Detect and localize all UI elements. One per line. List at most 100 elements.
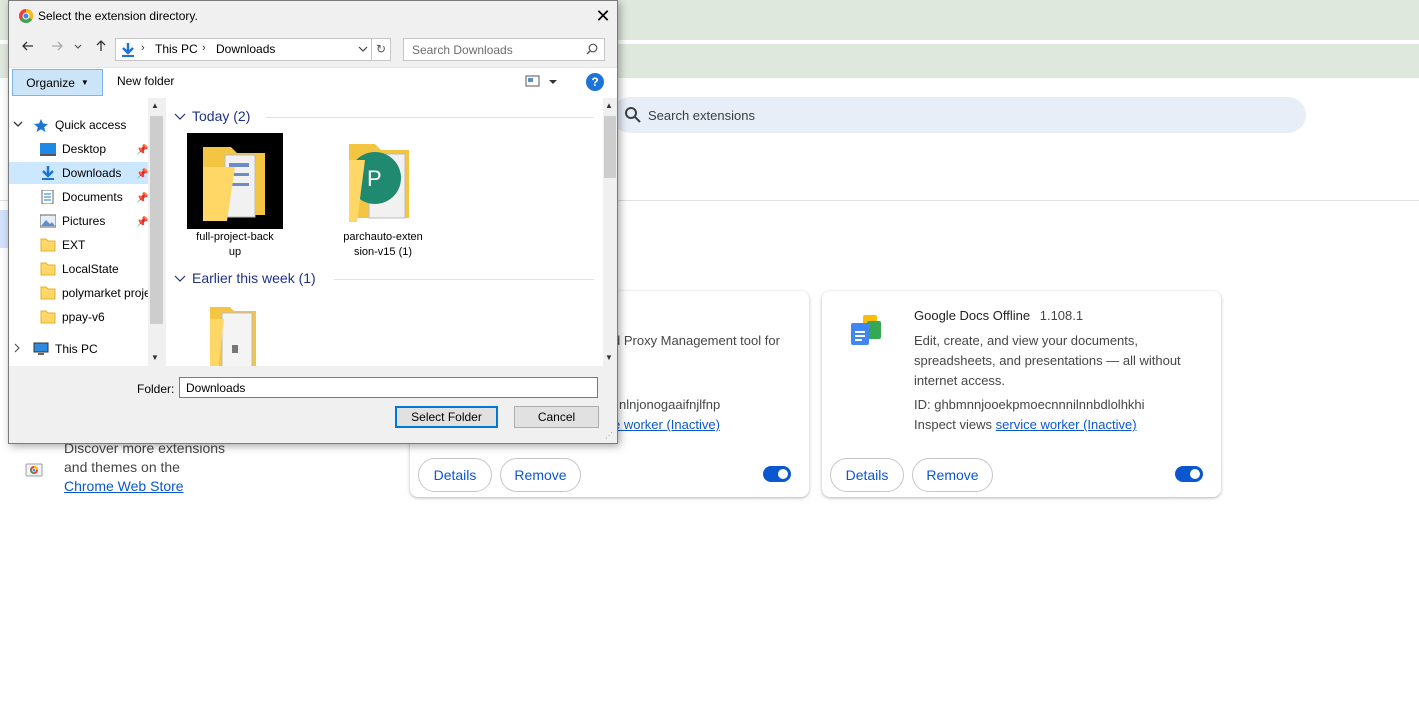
sidebar-item-desktop[interactable]: Desktop [40, 138, 106, 160]
dialog-title: Select the extension directory. [38, 9, 198, 23]
sidebar-item-this-pc[interactable]: This PC [13, 338, 98, 360]
search-icon [586, 43, 598, 55]
search-downloads-input[interactable]: Search Downloads [403, 38, 605, 61]
organize-button[interactable]: Organize ▼ [12, 69, 103, 96]
scroll-up-icon[interactable]: ▲ [151, 101, 159, 110]
back-icon[interactable] [19, 39, 37, 57]
up-icon[interactable] [92, 39, 110, 57]
file-list-scrollbar[interactable]: ▲ ▼ [603, 98, 617, 366]
breadcrumb-this-pc[interactable]: This PC [155, 42, 198, 56]
file-name-full-project-backup[interactable]: full-project-back up [180, 230, 290, 260]
extension-id: ID: ghbmnnjooekpmoecnnnilnnbdlolhkhi [914, 397, 1145, 412]
downloads-arrow-icon [42, 166, 54, 180]
sidebar-item-ppay-v6[interactable]: ppay-v6 [40, 306, 105, 328]
pin-icon: 📌 [136, 217, 149, 228]
documents-icon [41, 190, 54, 204]
folder-icon [210, 307, 256, 366]
folder-icon [203, 147, 265, 221]
extension-description: d Proxy Management tool for [613, 333, 780, 348]
address-bar[interactable]: › This PC › Downloads [115, 38, 385, 61]
group-divider [334, 279, 594, 280]
cancel-button[interactable]: Cancel [514, 406, 599, 428]
svg-text:P: P [367, 166, 382, 191]
extension-title: Google Docs Offline [914, 308, 1031, 323]
nav-label: Pictures [62, 214, 106, 228]
sidebar-item-localstate[interactable]: LocalState [40, 258, 119, 280]
folder-icon [40, 262, 56, 276]
help-icon[interactable]: ? [586, 73, 604, 91]
chrome-web-store-link[interactable]: Chrome Web Store [64, 478, 184, 494]
downloads-arrow-icon [122, 43, 134, 57]
search-placeholder: Search Downloads [412, 43, 513, 57]
sidebar-item-pictures[interactable]: Pictures [40, 210, 105, 232]
folder-thumbnail-full-project-backup[interactable] [187, 133, 283, 229]
extension-card-google-docs-offline: Google Docs Offline 1.108.1 Edit, create… [822, 291, 1221, 497]
group-divider [266, 117, 594, 118]
inspect-views-link[interactable]: e worker (Inactive) [613, 417, 720, 432]
close-icon[interactable]: ✕ [592, 5, 614, 27]
folder-name-input[interactable]: Downloads [179, 377, 598, 398]
resize-grip-icon[interactable]: ⋰ [605, 431, 613, 440]
folder-label: Folder: [137, 382, 175, 396]
quick-access-item[interactable]: Quick access [13, 114, 126, 136]
nav-label: EXT [62, 238, 86, 252]
select-folder-dialog: Select the extension directory. ✕ › This… [8, 0, 618, 444]
forward-icon[interactable] [48, 39, 66, 57]
folder-icon: P [349, 144, 409, 222]
enable-toggle[interactable] [763, 466, 791, 482]
breadcrumb-downloads[interactable]: Downloads [216, 42, 275, 56]
enable-toggle[interactable] [1175, 466, 1203, 482]
pin-icon: 📌 [136, 145, 149, 156]
remove-button[interactable]: Remove [912, 458, 993, 492]
scroll-up-icon[interactable]: ▲ [605, 101, 613, 110]
folder-icon [40, 238, 56, 252]
nav-label: Desktop [62, 142, 107, 156]
remove-button[interactable]: Remove [500, 458, 581, 492]
chrome-icon [19, 9, 33, 23]
star-icon [34, 119, 48, 132]
change-view-button[interactable] [525, 73, 559, 91]
recent-locations-chevron-icon[interactable] [72, 39, 84, 57]
sidebar-item-ext[interactable]: EXT [40, 234, 85, 256]
select-folder-button[interactable]: Select Folder [395, 406, 498, 428]
group-label: Earlier this week (1) [192, 270, 316, 286]
extension-description-line: internet access. [914, 373, 1006, 388]
chevron-down-icon[interactable] [13, 120, 25, 130]
scrollbar-thumb[interactable] [150, 116, 163, 324]
view-icon [525, 75, 557, 87]
folder-thumbnail-parchauto-extension[interactable]: P [335, 138, 425, 228]
computer-icon [33, 342, 49, 355]
nav-label: Documents [62, 190, 123, 204]
pictures-icon [40, 214, 56, 228]
group-header-earlier-this-week[interactable]: Earlier this week (1) [174, 270, 316, 286]
desktop-icon [40, 143, 56, 156]
sidebar-item-polymarket-project[interactable]: polymarket project [40, 282, 160, 304]
details-button[interactable]: Details [830, 458, 904, 492]
address-dropdown-icon[interactable] [358, 45, 368, 53]
sidebar-item-documents[interactable]: Documents [40, 186, 123, 208]
chevron-right-icon[interactable] [13, 342, 25, 356]
sidebar-item-downloads[interactable]: Downloads [9, 162, 148, 184]
new-folder-button[interactable]: New folder [117, 74, 174, 88]
navigation-scrollbar[interactable]: ▲ ▼ [148, 98, 165, 366]
webstore-text: and themes on the [64, 459, 180, 475]
pin-icon: 📌 [136, 169, 149, 180]
refresh-icon[interactable]: ↻ [371, 38, 391, 61]
search-icon [625, 107, 641, 123]
chevron-down-icon: ▼ [80, 78, 89, 87]
extension-version: 1.108.1 [1039, 308, 1084, 323]
scrollbar-thumb[interactable] [604, 116, 616, 178]
nav-label: Downloads [62, 166, 122, 180]
file-name-parchauto-extension[interactable]: parchauto-exten sion-v15 (1) [328, 230, 438, 260]
details-button[interactable]: Details [418, 458, 492, 492]
service-worker-link[interactable]: service worker (Inactive) [996, 417, 1137, 432]
group-header-today[interactable]: Today (2) [174, 108, 250, 124]
nav-label: polymarket project [62, 286, 161, 300]
extensions-search-placeholder: Search extensions [648, 108, 755, 123]
file-name-line: sion-v15 (1) [353, 246, 413, 258]
organize-label: Organize [26, 75, 75, 90]
inspect-views: Inspect views service worker (Inactive) [914, 417, 1137, 432]
folder-thumbnail[interactable] [204, 303, 274, 366]
scroll-down-icon[interactable]: ▼ [605, 353, 613, 362]
scroll-down-icon[interactable]: ▼ [151, 353, 159, 362]
